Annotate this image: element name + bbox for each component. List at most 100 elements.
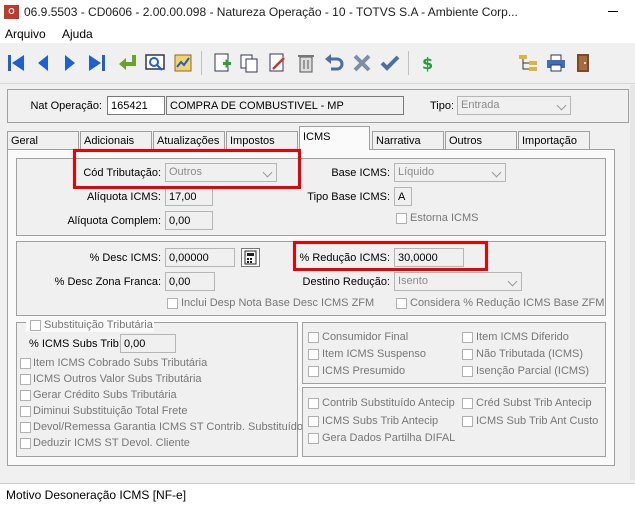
flag-checkbox[interactable] [462,366,473,377]
tab-outros[interactable]: Outros [445,131,517,149]
nat-operacao-code-field[interactable]: 165421 [107,96,165,115]
destino-reducao-select[interactable]: Isento [394,272,522,291]
subst-option-checkbox[interactable] [20,358,31,369]
tipo-label: Tipo: [430,100,455,112]
tipo-base-icms-label: Tipo Base ICMS: [307,191,390,203]
svg-text:$: $ [422,54,433,73]
calculator-icon[interactable] [241,248,260,267]
estorna-icms-checkbox[interactable] [396,213,407,224]
substituicao-tributaria-checkbox[interactable] [30,320,41,331]
tab-atualizacoes[interactable]: Atualizações [153,131,225,149]
undo-icon[interactable] [322,51,346,75]
flag-checkbox[interactable] [462,349,473,360]
considera-reducao-checkbox[interactable] [396,298,407,309]
subst-option-checkbox[interactable] [20,438,31,449]
tab-narrativa[interactable]: Narrativa [372,131,444,149]
delete-record-icon[interactable] [294,51,318,75]
flag-checkbox[interactable] [308,332,319,343]
flag-checkbox[interactable] [308,349,319,360]
menu-arquivo[interactable]: Arquivo [5,27,46,41]
chevron-down-icon [507,276,518,287]
inclui-desp-checkbox[interactable] [167,298,178,309]
chevron-down-icon [491,167,502,178]
next-record-icon[interactable] [58,51,82,75]
subst-option-checkbox[interactable] [20,406,31,417]
tab-adicionais[interactable]: Adicionais [80,131,152,149]
subst-option-label: ICMS Outros Valor Subs Tributária [33,373,202,385]
substituicao-tributaria-label: Substituição Tributária [44,319,153,331]
aliquota-icms-field[interactable]: 17,00 [165,187,213,206]
contrib-label: Contrib Substituído Antecip [322,397,455,409]
desc-zona-franca-label: % Desc Zona Franca: [54,276,161,288]
return-icon[interactable] [115,51,139,75]
tab-icms[interactable]: ICMS [299,126,370,150]
base-icms-value: Líquido [398,166,435,178]
contrib-checkbox[interactable] [308,416,319,427]
tab-importacao[interactable]: Importação [518,131,590,149]
flag-checkbox[interactable] [462,332,473,343]
contrib-label: ICMS Subs Trib Antecip [322,415,439,427]
report-icon[interactable] [171,51,195,75]
contrib-checkbox[interactable] [462,398,473,409]
desc-icms-field[interactable]: 0,00000 [165,248,235,267]
aliquota-complem-label: Alíquota Complem: [67,215,161,227]
right-edge-strip [630,85,635,480]
flag-label: Item ICMS Suspenso [322,348,426,360]
tipo-select[interactable]: Entrada [457,96,571,115]
subst-option-label: Item ICMS Cobrado Subs Tributária [33,357,208,369]
subst-option-label: Gerar Crédito Subs Tributária [33,389,177,401]
tab-geral[interactable]: Geral [7,131,79,149]
dollar-icon[interactable]: $ [415,51,439,75]
first-record-icon[interactable] [4,51,28,75]
window-title: 06.9.5503 - CD0606 - 2.00.00.098 - Natur… [24,5,518,19]
subst-option-label: Deduzir ICMS ST Devol. Cliente [33,437,190,449]
flag-checkbox[interactable] [308,366,319,377]
exit-icon[interactable] [572,51,596,75]
toolbar-separator [201,51,202,75]
structure-icon[interactable] [516,51,540,75]
subst-option-checkbox[interactable] [20,374,31,385]
toolbar-separator [408,51,409,75]
toolbar: $ [0,43,635,84]
flag-label: Item ICMS Diferido [476,331,569,343]
contrib-checkbox[interactable] [462,416,473,427]
app-icon: O [4,5,19,19]
tab-impostos[interactable]: Impostos [226,131,298,149]
edit-record-icon[interactable] [265,51,289,75]
search-record-icon[interactable] [143,51,167,75]
contrib-checkbox[interactable] [308,433,319,444]
print-icon[interactable] [544,51,568,75]
subst-option-checkbox[interactable] [20,422,31,433]
menu-ajuda[interactable]: Ajuda [62,27,93,41]
nat-operacao-description-field: COMPRA DE COMBUSTIVEL - MP [166,96,404,115]
base-icms-select[interactable]: Líquido [394,163,506,182]
new-record-icon[interactable] [210,51,234,75]
estorna-icms-label: Estorna ICMS [410,212,479,224]
destino-reducao-label: Destino Redução: [302,276,390,288]
tipo-base-icms-field[interactable]: A [394,187,412,206]
desc-icms-label: % Desc ICMS: [89,252,161,264]
highlight-reducao-icms [293,241,488,271]
flag-label: Não Tributada (ICMS) [476,348,583,360]
copy-record-icon[interactable] [237,51,261,75]
icms-subs-trib-field[interactable]: 0,00 [120,334,176,353]
subst-option-label: Diminui Substituição Total Frete [33,405,188,417]
flag-label: ICMS Presumido [322,365,406,377]
minimize-button[interactable] [599,0,629,22]
previous-record-icon[interactable] [31,51,55,75]
flag-label: Consumidor Final [322,331,409,343]
cancel-icon[interactable] [350,51,374,75]
base-icms-label: Base ICMS: [331,167,390,179]
aliquota-complem-field[interactable]: 0,00 [165,211,213,230]
last-record-icon[interactable] [85,51,109,75]
chevron-down-icon [556,100,567,111]
contrib-label: Gera Dados Partilha DIFAL [322,432,456,444]
contrib-checkbox[interactable] [308,398,319,409]
flag-label: Isenção Parcial (ICMS) [476,365,590,377]
nat-operacao-label: Nat Operação: [30,100,102,112]
status-text: Motivo Desoneração ICMS [NF-e] [6,488,187,502]
subst-option-checkbox[interactable] [20,390,31,401]
desc-zona-franca-field[interactable]: 0,00 [165,272,215,291]
subst-option-label: Devol/Remessa Garantia ICMS ST Contrib. … [33,421,304,433]
confirm-icon[interactable] [378,51,402,75]
